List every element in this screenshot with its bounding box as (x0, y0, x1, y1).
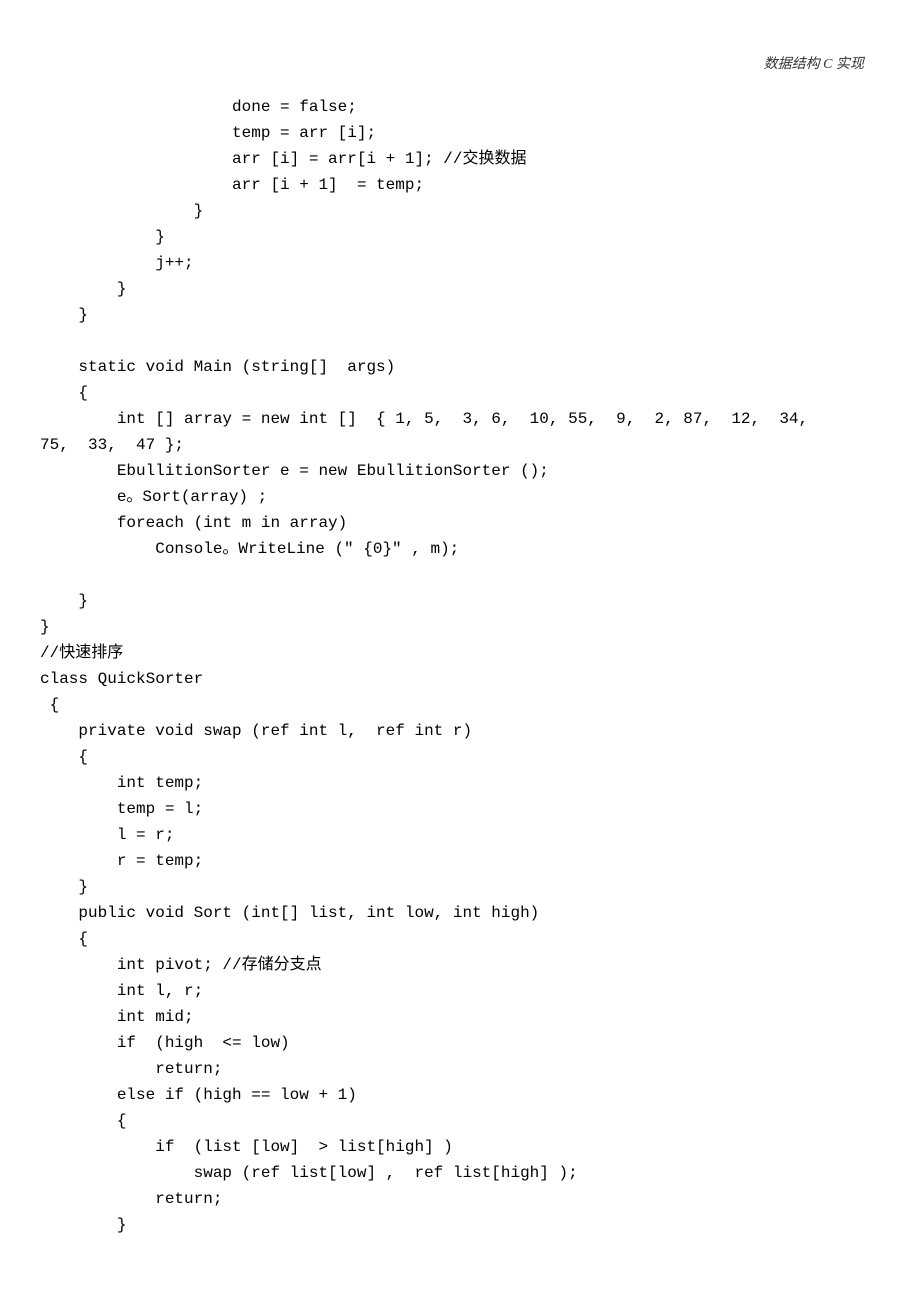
code-content: done = false; temp = arr [i]; arr [i] = … (40, 94, 880, 1238)
page-header: 数据结构 C 实现 (764, 54, 864, 76)
